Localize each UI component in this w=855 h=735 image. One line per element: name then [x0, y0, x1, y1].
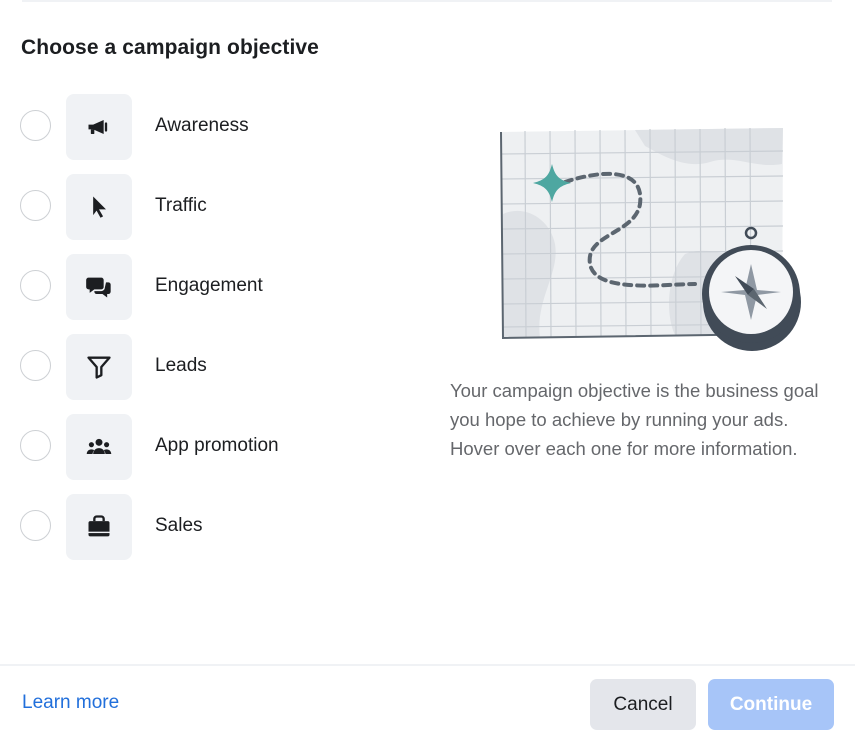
people-icon [86, 438, 112, 454]
footer-divider [0, 664, 855, 666]
icon-tile [66, 414, 132, 480]
funnel-icon [87, 356, 111, 379]
objective-traffic[interactable]: Traffic [20, 174, 420, 240]
cursor-icon [93, 196, 106, 218]
radio-button[interactable] [20, 110, 51, 141]
top-divider [22, 0, 832, 2]
objective-awareness[interactable]: Awareness [20, 94, 420, 160]
megaphone-icon [88, 120, 108, 134]
map-compass-illustration [500, 127, 801, 351]
learn-more-link[interactable]: Learn more [22, 692, 119, 714]
icon-tile [66, 174, 132, 240]
objective-label: Traffic [155, 195, 207, 216]
shopping-bag-icon [88, 515, 110, 537]
radio-button[interactable] [20, 270, 51, 301]
objective-label: App promotion [155, 435, 279, 456]
radio-button[interactable] [20, 350, 51, 381]
icon-tile [66, 494, 132, 560]
dialog-title: Choose a campaign objective [21, 36, 319, 59]
radio-button[interactable] [20, 510, 51, 541]
chat-bubbles-icon [86, 277, 111, 298]
icon-tile [66, 254, 132, 320]
objective-label: Leads [155, 355, 207, 376]
continue-button[interactable]: Continue [708, 679, 834, 730]
icon-tile [66, 334, 132, 400]
objective-app-promotion[interactable]: App promotion [20, 414, 420, 480]
icon-tile [66, 94, 132, 160]
objective-label: Sales [155, 515, 203, 536]
objective-help-text: Your campaign objective is the business … [450, 380, 819, 459]
radio-button[interactable] [20, 190, 51, 221]
objective-sales[interactable]: Sales [20, 494, 420, 560]
objective-engagement[interactable]: Engagement [20, 254, 420, 320]
objective-label: Awareness [155, 115, 249, 136]
cancel-button[interactable]: Cancel [590, 679, 696, 730]
objective-label: Engagement [155, 275, 263, 296]
radio-button[interactable] [20, 430, 51, 461]
objective-list: Awareness Traffic Engagement Leads App p… [20, 94, 420, 574]
objective-leads[interactable]: Leads [20, 334, 420, 400]
